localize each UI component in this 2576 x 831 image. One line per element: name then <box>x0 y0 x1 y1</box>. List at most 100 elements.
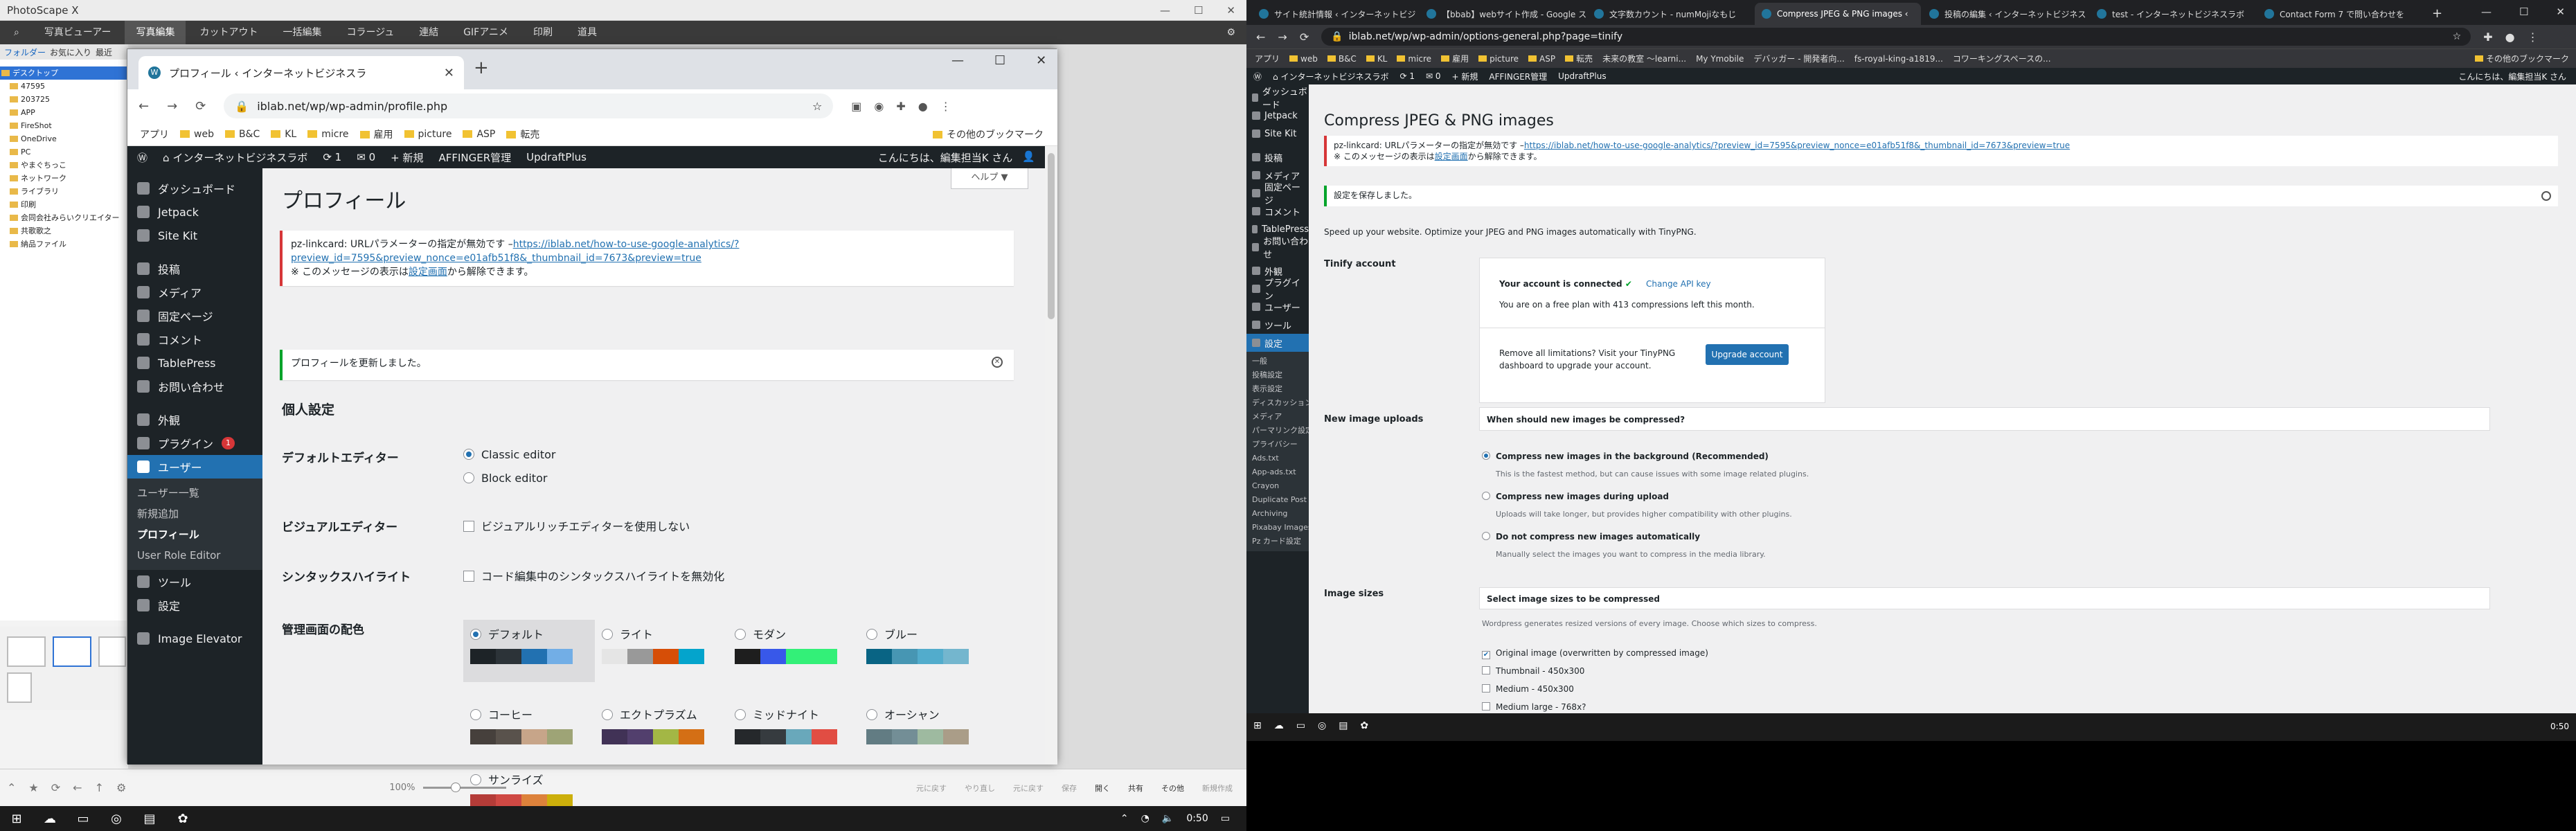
subtab-recent[interactable]: 最近 <box>96 46 112 58</box>
submenu-profile[interactable]: プロフィール <box>127 524 262 545</box>
bookmark-link[interactable]: 未来の教室 ～learni... <box>1602 53 1686 64</box>
admin-bar-updraft[interactable]: UpdraftPlus <box>1558 71 1606 81</box>
puzzle-icon[interactable]: ✚ <box>896 100 905 113</box>
tree-node[interactable]: APP <box>0 106 127 119</box>
bookmark-folder[interactable]: 雇用 <box>1441 53 1469 64</box>
tab-gif[interactable]: GIFアニメ <box>452 21 519 44</box>
admin-bar-new[interactable]: + 新規 <box>391 150 423 165</box>
save-button[interactable]: 保存 <box>1062 783 1077 794</box>
admin-bar-updates[interactable]: ⟳ 1 <box>1399 71 1415 81</box>
settings-icon[interactable]: ⚙ <box>116 781 126 794</box>
menu-icon[interactable]: ⋮ <box>2528 30 2539 44</box>
tree-node[interactable]: PC <box>0 145 127 159</box>
submenu-item[interactable]: Ads.txt <box>1246 452 1309 465</box>
tab-editor[interactable]: 写真編集 <box>125 21 186 44</box>
more-button[interactable]: その他 <box>1161 783 1184 794</box>
menu-contact[interactable]: お問い合わせ <box>127 375 262 398</box>
admin-bar-updates[interactable]: ⟳ 1 <box>323 151 341 163</box>
close-icon[interactable]: ✕ <box>2556 6 2565 18</box>
browser-tab[interactable]: 【bbab】webサイト作成 - Google ス <box>1420 3 1586 25</box>
reload-icon[interactable]: ⟳ <box>1300 30 1309 44</box>
tree-node[interactable]: ネットワーク <box>0 172 127 185</box>
notice-link[interactable]: https://iblab.net/how-to-use-google-anal… <box>1524 141 2070 150</box>
bookmark-folder[interactable]: ASP <box>463 129 495 140</box>
minimize-icon[interactable]: — <box>2481 6 2492 18</box>
back-icon[interactable]: ← <box>138 99 149 114</box>
forward-icon[interactable]: ↑ <box>95 781 104 794</box>
menu-appearance[interactable]: 外観 <box>127 408 262 431</box>
submenu-user-list[interactable]: ユーザー一覧 <box>127 483 262 503</box>
admin-bar-greeting[interactable]: こんにちは、編集担当K さん <box>878 150 1013 165</box>
close-icon[interactable]: ✕ <box>1036 53 1046 68</box>
submenu-item[interactable]: Archiving <box>1246 507 1309 521</box>
star-icon[interactable]: ☆ <box>812 100 822 113</box>
submenu-item[interactable]: Pixabay Images <box>1246 521 1312 535</box>
bookmark-folder[interactable]: ASP <box>1528 54 1555 64</box>
submenu-item[interactable]: 表示設定 <box>1246 382 1309 396</box>
bookmark-folder[interactable]: micre <box>307 129 349 140</box>
maximize-icon[interactable]: ☐ <box>994 53 1005 68</box>
forward-icon[interactable]: → <box>167 99 177 114</box>
tree-node[interactable]: 会同会社みらいクリエイター <box>0 211 127 224</box>
color-scheme-option[interactable]: ブルー <box>859 620 991 682</box>
admin-bar-site[interactable]: ⌂ インターネットビジネスラボ <box>163 150 307 165</box>
extension-icon[interactable]: ◉ <box>874 100 884 113</box>
close-tab-icon[interactable]: ✕ <box>444 66 454 80</box>
address-bar[interactable]: 🔒 iblab.net/wp/wp-admin/profile.php ☆ <box>224 93 834 118</box>
admin-bar-affinger[interactable]: AFFINGER管理 <box>1489 71 1547 82</box>
admin-bar-site[interactable]: ⌂ インターネットビジネスラボ <box>1273 71 1388 82</box>
color-scheme-option[interactable]: コーヒー <box>463 700 595 762</box>
menu-plugins[interactable]: プラグイン 1 <box>127 431 262 455</box>
settings-link[interactable]: 設定画面 <box>409 267 447 278</box>
color-scheme-option[interactable]: ライト <box>595 620 726 682</box>
search-icon[interactable]: ⌕ <box>3 21 30 44</box>
wordpress-icon[interactable]: Ⓦ <box>1253 71 1262 82</box>
bookmark-link[interactable]: fs-royal-king-a1819... <box>1854 54 1943 64</box>
profile-icon[interactable]: ● <box>2505 30 2515 44</box>
tree-node[interactable]: FireShot <box>0 119 127 132</box>
menu-dashboard[interactable]: ダッシュボード <box>1246 87 1309 111</box>
bookmark-folder[interactable]: web <box>1289 54 1318 64</box>
browser-tab[interactable]: Contact Form 7 で問い合わせを <box>2257 3 2424 25</box>
bookmark-link[interactable]: My Ymobile <box>1696 54 1744 64</box>
new-tab-icon[interactable]: + <box>2425 6 2449 25</box>
volume-icon[interactable]: 🔈 <box>1162 813 1174 824</box>
visual-editor-checkbox[interactable]: ビジュアルリッチエディターを使用しない <box>463 517 690 534</box>
photoscape-icon[interactable]: ✿ <box>1360 720 1368 731</box>
address-bar[interactable]: 🔒 iblab.net/wp/wp-admin/options-general.p… <box>1321 28 2471 46</box>
menu-users[interactable]: ユーザー <box>1246 298 1309 316</box>
block-editor-radio[interactable]: Block editor <box>463 472 547 485</box>
menu-users[interactable]: ユーザー <box>127 455 262 479</box>
browser-tab[interactable]: サイト統計情報 ‹ インターネットビジ <box>1252 3 1418 25</box>
bookmark-folder[interactable]: 雇用 <box>359 127 393 141</box>
menu-tools[interactable]: ツール <box>1246 316 1309 334</box>
menu-sitekit[interactable]: Site Kit <box>1246 125 1309 143</box>
star-icon[interactable]: ★ <box>28 781 38 794</box>
extension-icon[interactable]: ▣ <box>851 100 861 113</box>
submenu-item[interactable]: パーマリンク設定 <box>1246 424 1313 438</box>
size-checkbox[interactable]: Medium - 450x300 <box>1482 684 1574 694</box>
dismiss-icon[interactable]: ✕ <box>992 357 1003 368</box>
menu-comments[interactable]: コメント <box>127 328 262 351</box>
submenu-item[interactable]: ディスカッション <box>1246 396 1312 410</box>
tab-print[interactable]: 印刷 <box>522 21 564 44</box>
profile-icon[interactable]: ● <box>918 100 928 113</box>
tree-node[interactable]: OneDrive <box>0 132 127 145</box>
bookmark-folder[interactable]: web <box>180 129 214 140</box>
admin-bar-comments[interactable]: ✉ 0 <box>1426 71 1441 81</box>
reload-icon[interactable]: ⟳ <box>195 99 206 114</box>
tab-combine[interactable]: 連結 <box>408 21 449 44</box>
tab-tools[interactable]: 道具 <box>566 21 608 44</box>
new-tab-icon[interactable]: + <box>474 57 489 78</box>
bookmark-folder[interactable]: 転売 <box>1565 53 1593 64</box>
redo-button[interactable]: やり直し <box>965 783 995 794</box>
menu-pages[interactable]: 固定ページ <box>1246 183 1309 206</box>
minimize-icon[interactable]: — <box>1160 4 1170 17</box>
tab-collage[interactable]: コラージュ <box>335 21 405 44</box>
windows-icon[interactable]: ⊞ <box>1253 720 1262 731</box>
submenu-item[interactable]: Duplicate Post <box>1246 493 1309 507</box>
menu-tools[interactable]: ツール <box>127 570 262 593</box>
tree-node[interactable]: デスクトップ <box>0 66 127 80</box>
browser-tab[interactable]: W プロフィール ‹ インターネットビジネスラ ✕ <box>138 56 464 89</box>
tree-node[interactable]: やまぐちっこ <box>0 159 127 172</box>
